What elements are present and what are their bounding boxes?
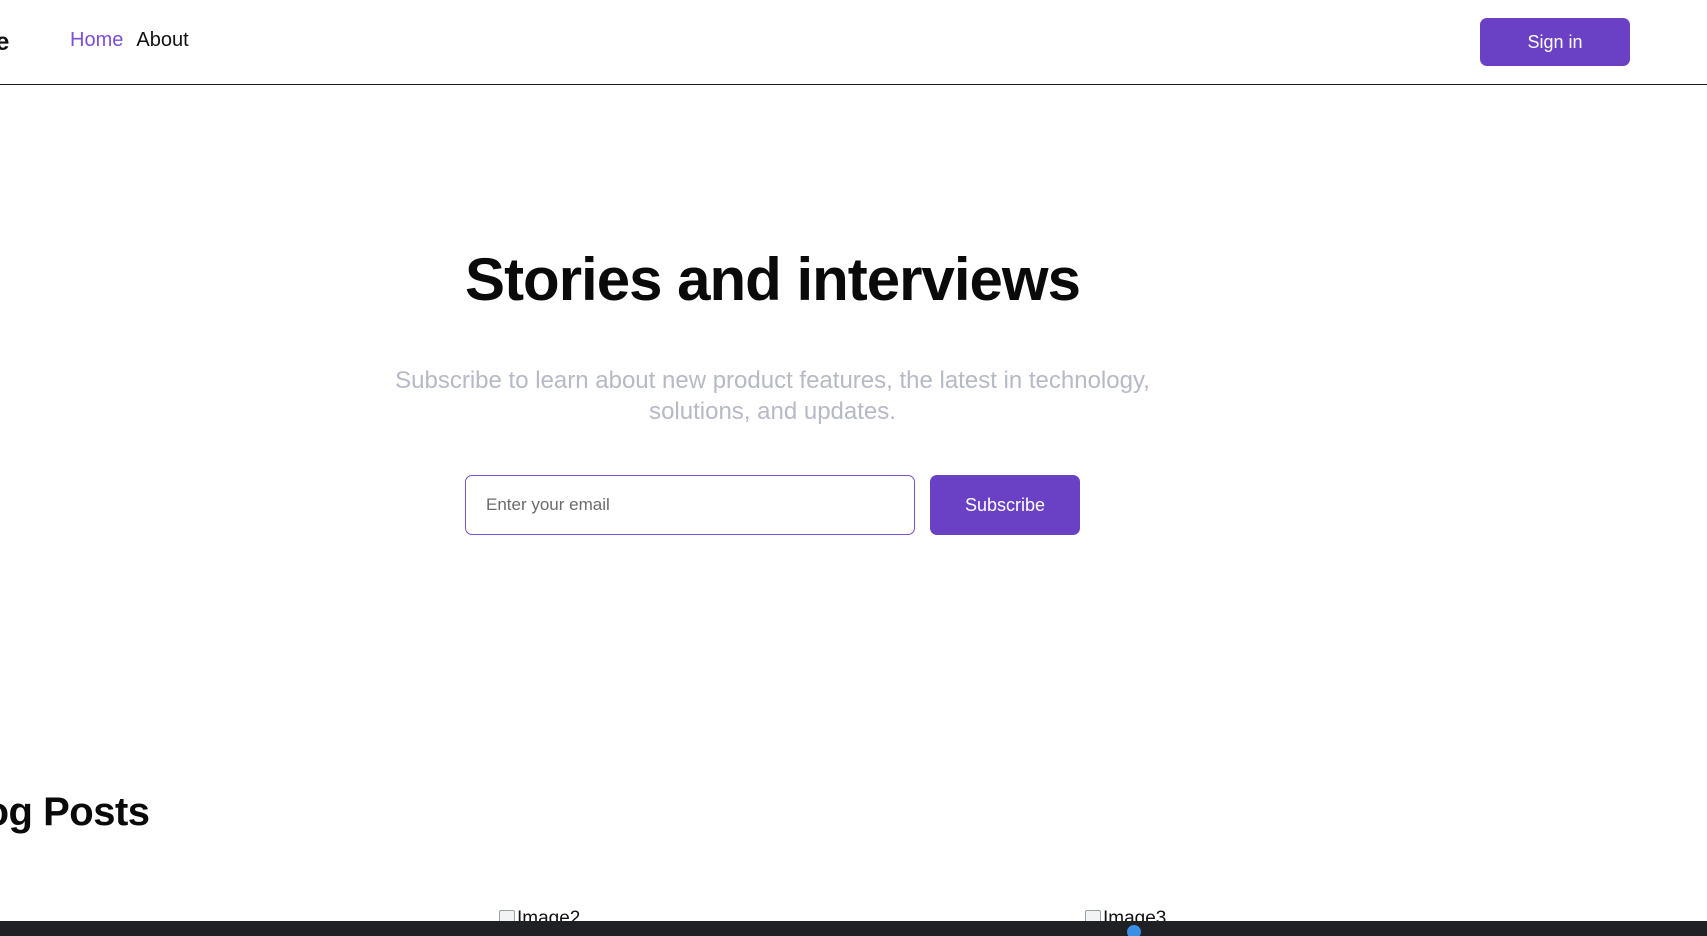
hero-title: Stories and interviews — [465, 246, 1081, 313]
taskbar-app-icon[interactable] — [1127, 925, 1141, 936]
blog-posts-title: log Posts — [0, 790, 150, 834]
brand-name[interactable]: ame — [0, 28, 9, 57]
hero-subtitle: Subscribe to learn about new product fea… — [395, 367, 1150, 425]
subscribe-button[interactable]: Subscribe — [930, 475, 1080, 535]
nav-link-home[interactable]: Home — [70, 29, 123, 52]
nav-link-about[interactable]: About — [136, 29, 188, 52]
sign-in-button[interactable]: Sign in — [1480, 18, 1630, 66]
taskbar — [0, 921, 1707, 936]
main-nav: Home About — [70, 29, 189, 52]
site-header: ame Home About Sign in — [0, 0, 1707, 85]
page: ame Home About Sign in Stories and inter… — [0, 0, 1707, 936]
email-input[interactable] — [465, 475, 915, 535]
